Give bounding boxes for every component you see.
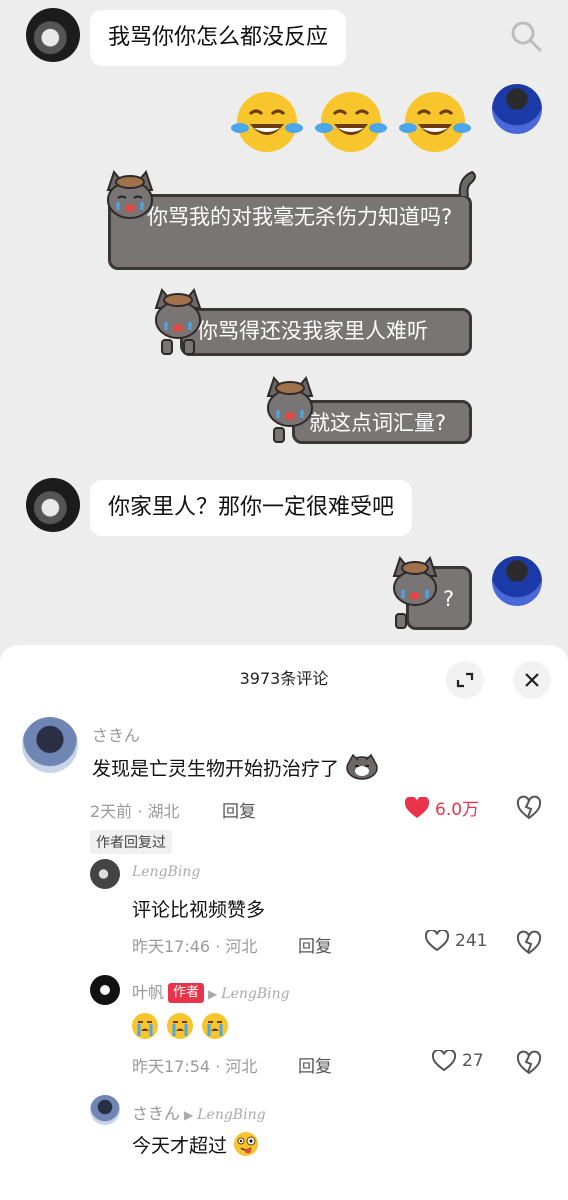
sticker-text: 你骂我的对我毫无杀伤力知道吗?: [108, 194, 472, 270]
comment-meta: 2天前 · 湖北: [90, 802, 180, 821]
expand-button[interactable]: [446, 661, 484, 699]
avatar[interactable]: [22, 717, 78, 773]
like-count: 6.0万: [435, 800, 480, 820]
crying-cat-icon: [154, 287, 202, 355]
sticker-text: 就这点词汇量?: [292, 400, 472, 444]
chat-bubble-left: 我骂你你怎么都没反应: [90, 10, 347, 66]
sticker-message: ?: [388, 554, 478, 638]
comment-meta: 昨天17:46 · 河北: [132, 937, 258, 956]
reply-to-username[interactable]: LengBing: [197, 1107, 265, 1123]
comment-username[interactable]: さきん: [132, 1104, 180, 1123]
heart-outline-icon: [425, 930, 449, 952]
avatar[interactable]: [492, 556, 542, 606]
avatar[interactable]: [90, 859, 120, 889]
dislike-icon[interactable]: [516, 1050, 542, 1076]
reply-arrow-icon: ▶: [184, 1108, 194, 1122]
sticker-message: 你骂我的对我毫无杀伤力知道吗?: [100, 168, 480, 278]
comment-sheet: 3973条评论 さきん 发现是亡灵生物开始扔治疗了 2天前 · 湖北 回复 6.…: [0, 645, 568, 1200]
reply-to-username[interactable]: LengBing: [221, 986, 289, 1002]
chat-bubble-left: 你家里人？那你一定很难受吧: [90, 480, 413, 536]
chat-area: 我骂你你怎么都没反应 你骂我的对我毫无杀伤力知道吗? 你骂得还没我家里人难听 就…: [0, 0, 568, 660]
avatar[interactable]: [492, 84, 542, 134]
comment-text-content: 发现是亡灵生物开始扔治疗了: [92, 758, 340, 780]
close-button[interactable]: [513, 661, 551, 699]
silly-face-emoji-icon: [234, 1132, 259, 1156]
comment-text-content: 今天才超过: [132, 1135, 228, 1157]
comment-location: 湖北: [147, 802, 180, 821]
crying-cat-icon: [266, 375, 314, 443]
comment-time: 昨天17:46: [132, 937, 211, 956]
heart-filled-icon: [405, 796, 429, 818]
dislike-icon[interactable]: [516, 930, 542, 956]
sticker-text: 你骂得还没我家里人难听: [180, 308, 472, 356]
author-badge: 作者: [168, 983, 205, 1003]
comment-location: 河北: [225, 937, 258, 956]
like-count: 27: [462, 1051, 484, 1071]
crying-cat-icon: [106, 169, 154, 219]
heart-outline-icon: [432, 1050, 456, 1072]
reply-button[interactable]: 回复: [298, 932, 332, 957]
comment-username[interactable]: 叶帆: [132, 983, 164, 1002]
dislike-icon[interactable]: [516, 795, 542, 821]
author-replied-tag: 作者回复过: [90, 830, 172, 854]
like-count: 241: [455, 931, 488, 951]
laughing-crying-emoji: [231, 92, 303, 152]
comment-text: 今天才超过: [132, 1131, 259, 1158]
crying-cat-icon: [392, 555, 438, 629]
emoji-message: [230, 88, 472, 156]
like-button[interactable]: 27: [432, 1050, 484, 1072]
comment-username[interactable]: LengBing: [132, 864, 200, 880]
cat-tail-icon: [458, 170, 476, 197]
comment-text: 评论比视频赞多: [132, 899, 266, 921]
comment-text: 😭😭😭: [130, 1011, 232, 1046]
reply-arrow-icon: ▶: [208, 987, 218, 1001]
avatar[interactable]: [90, 975, 120, 1005]
comment-username-row: 叶帆 作者 ▶ LengBing: [132, 979, 290, 1003]
comment-username-row: さきん ▶ LengBing: [132, 1100, 266, 1124]
comment-time: 昨天17:54: [132, 1057, 211, 1076]
reply-button[interactable]: 回复: [222, 797, 256, 822]
comment-meta: 昨天17:54 · 河北: [132, 1057, 258, 1076]
expand-icon: [456, 672, 474, 688]
like-button[interactable]: 241: [425, 930, 487, 952]
like-button[interactable]: 6.0万: [405, 795, 479, 820]
laughing-crying-emoji: [315, 92, 387, 152]
sticker-message: 就这点词汇量?: [262, 374, 476, 450]
comment-location: 河北: [225, 1057, 258, 1076]
avatar[interactable]: [90, 1095, 120, 1125]
search-icon[interactable]: [508, 18, 544, 54]
avatar[interactable]: [26, 478, 80, 532]
cat-sticker-icon: [346, 753, 378, 780]
laughing-crying-emoji: [399, 92, 471, 152]
sticker-message: 你骂得还没我家里人难听: [150, 286, 476, 362]
close-icon: [525, 673, 539, 687]
comment-username[interactable]: さきん: [92, 722, 140, 746]
comment-time: 2天前: [90, 802, 133, 821]
avatar[interactable]: [26, 8, 80, 62]
crying-emoji-icon: [132, 1013, 228, 1039]
reply-button[interactable]: 回复: [298, 1052, 332, 1077]
comment-text: 发现是亡灵生物开始扔治疗了: [92, 753, 379, 781]
